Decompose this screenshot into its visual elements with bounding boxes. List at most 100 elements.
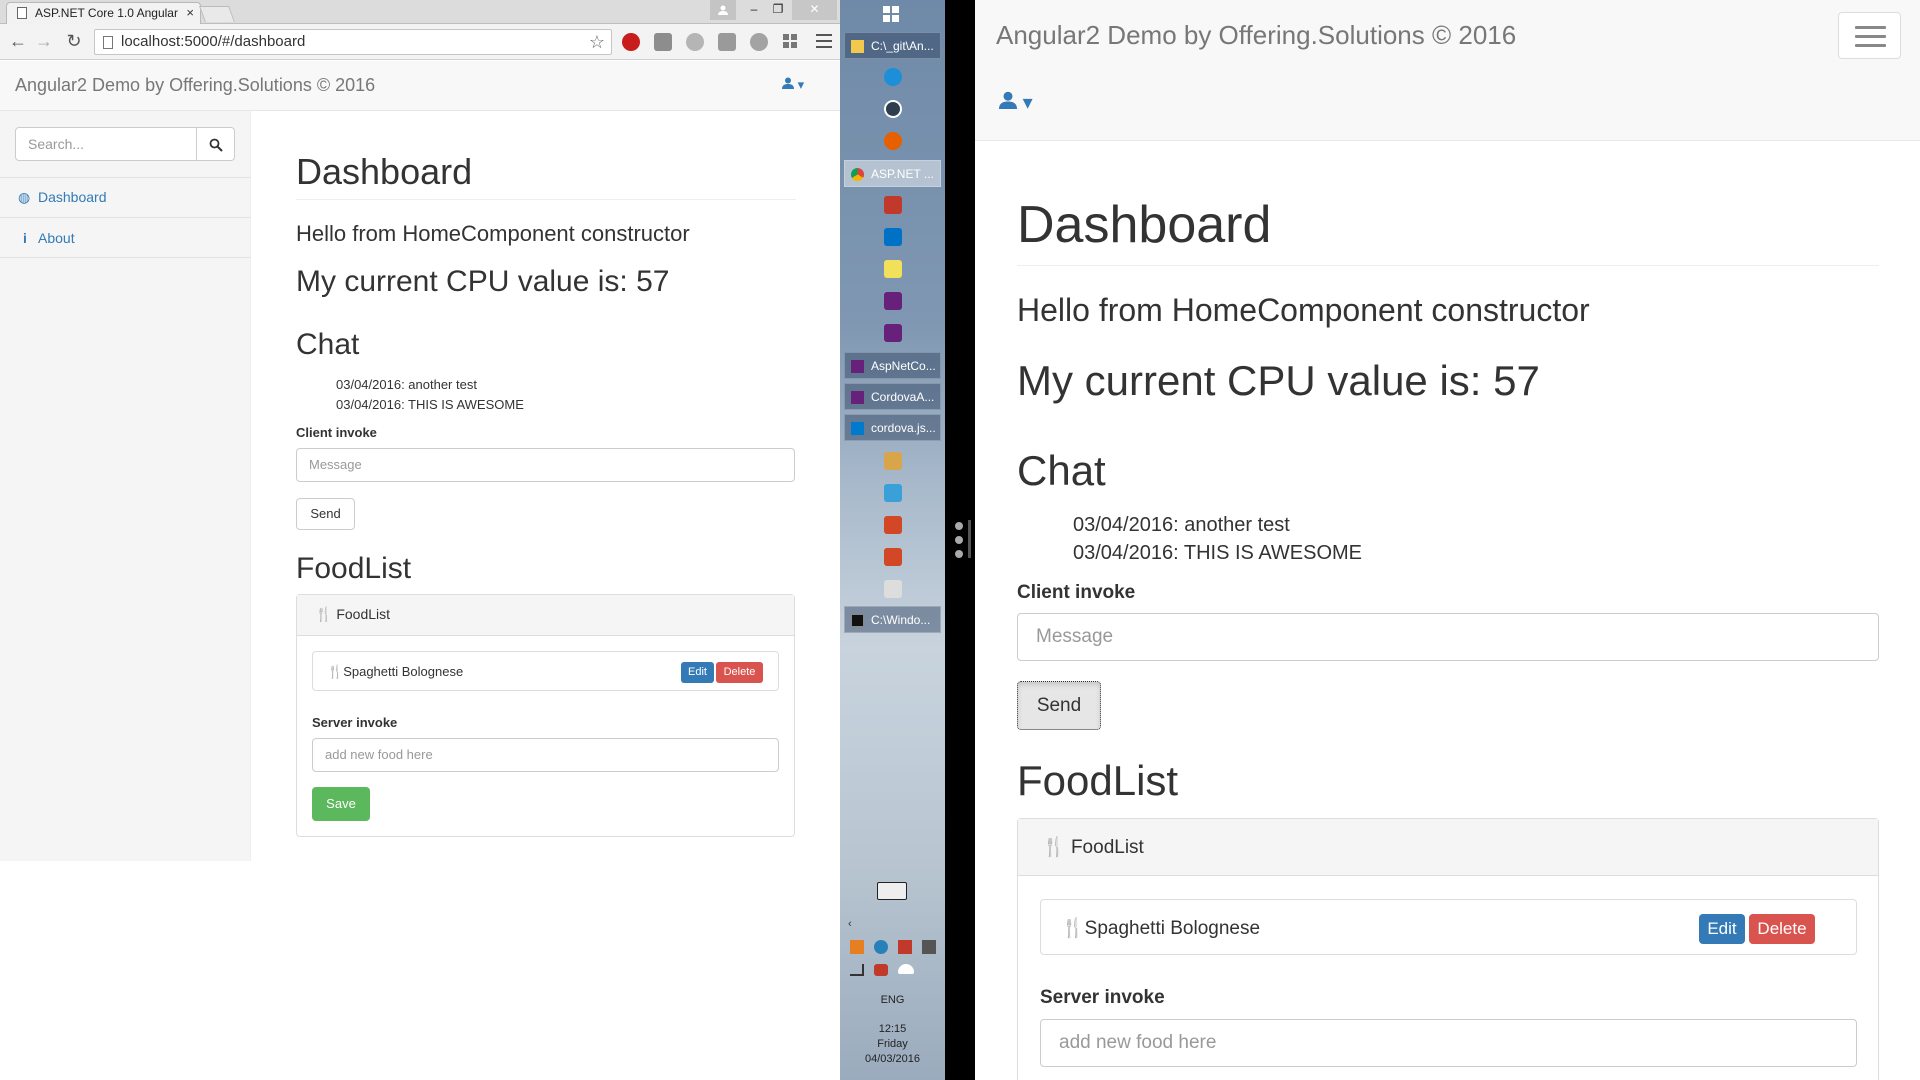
extension-icon[interactable] [654, 33, 672, 51]
menu-icon[interactable] [816, 34, 832, 48]
cpu-value-text: My current CPU value is: 57 [296, 265, 670, 298]
forward-arrow-icon[interactable]: → [32, 30, 56, 54]
volume-icon[interactable] [874, 964, 888, 976]
browser-tab[interactable]: ASP.NET Core 1.0 Angular × [6, 2, 201, 24]
chevron-left-icon[interactable]: ‹ [848, 918, 852, 930]
outlook-icon[interactable] [884, 228, 902, 246]
tray-icon[interactable] [874, 940, 888, 954]
cloud-icon[interactable] [898, 964, 914, 974]
cutlery-icon: 🍴 [1042, 837, 1066, 858]
hamburger-line [1855, 35, 1886, 38]
extension-icon[interactable] [686, 33, 704, 51]
page-title: Dashboard [296, 151, 473, 192]
client-invoke-label: Client invoke [1017, 582, 1136, 603]
divider [0, 257, 251, 258]
chat-message: 03/04/2016: another test [1073, 514, 1290, 536]
divider [0, 177, 251, 178]
app-navbar: Angular2 Demo by Offering.Solutions © 20… [0, 61, 840, 111]
user-dropdown[interactable]: ▾ [999, 90, 1033, 115]
chevron-down-icon: ▾ [1022, 92, 1033, 114]
windows-start-icon[interactable] [883, 6, 901, 24]
new-food-input[interactable]: add new food here [312, 738, 779, 772]
clock[interactable]: 12:15 Friday 04/03/2016 [840, 1022, 945, 1067]
restore-button[interactable]: ❐ [760, 0, 796, 20]
network-icon[interactable] [850, 964, 864, 976]
delete-button[interactable]: Delete [1749, 914, 1815, 944]
firefox-icon[interactable] [884, 132, 902, 150]
ie-icon[interactable] [884, 68, 902, 86]
extension-icon[interactable] [750, 33, 768, 51]
reload-icon[interactable]: ↻ [62, 30, 86, 54]
notes-icon[interactable] [884, 260, 902, 278]
adblock-icon[interactable] [622, 33, 640, 51]
app-navbar: Angular2 Demo by Offering.Solutions © 20… [975, 0, 1920, 141]
tab-strip: ASP.NET Core 1.0 Angular × – ❐ ✕ [0, 0, 840, 24]
zoomed-app-window: Angular2 Demo by Offering.Solutions © 20… [975, 0, 1920, 1080]
navbar-brand[interactable]: Angular2 Demo by Offering.Solutions © 20… [996, 20, 1516, 51]
foodlist-panel: 🍴 FoodList 🍴Spaghetti Bolognese Edit Del… [1017, 818, 1879, 1080]
chevron-down-icon: ▾ [797, 77, 805, 92]
address-bar[interactable]: localhost:5000/#/dashboard ☆ [94, 29, 612, 55]
sidebar-item-dashboard[interactable]: ◍ Dashboard [18, 189, 107, 206]
page-icon [103, 36, 113, 49]
language-indicator[interactable]: ENG [840, 994, 945, 1006]
back-arrow-icon[interactable]: ← [6, 30, 30, 54]
url-text: localhost:5000/#/dashboard [121, 33, 306, 50]
save-button[interactable]: Save [312, 787, 370, 821]
splitter-bar[interactable] [968, 520, 971, 558]
taskbar-item-vs2[interactable]: CordovaA... [844, 383, 941, 410]
visual-studio-icon[interactable] [884, 324, 902, 342]
splitter-handle[interactable] [955, 550, 963, 558]
search-input[interactable]: Search... [15, 127, 197, 161]
divider [0, 217, 251, 218]
sidebar-item-about[interactable]: i About [18, 230, 75, 246]
taskbar-item-vs1[interactable]: AspNetCo... [844, 352, 941, 379]
splitter-handle[interactable] [955, 522, 963, 530]
new-food-input[interactable]: add new food here [1040, 1019, 1857, 1067]
hamburger-line [1855, 26, 1886, 29]
title-divider [1017, 265, 1879, 266]
tray-icon[interactable] [898, 940, 912, 954]
extension-icon[interactable] [718, 33, 736, 51]
close-window-button[interactable]: ✕ [792, 0, 837, 20]
user-icon [782, 77, 794, 89]
send-button[interactable]: Send [296, 498, 355, 530]
delete-button[interactable]: Delete [716, 662, 763, 683]
search-button[interactable] [196, 127, 235, 161]
visual-studio-icon[interactable] [884, 292, 902, 310]
grid-icon[interactable] [782, 33, 800, 51]
tray-icon[interactable] [850, 940, 864, 954]
navbar-brand[interactable]: Angular2 Demo by Offering.Solutions © 20… [15, 75, 375, 96]
new-tab-button[interactable] [199, 6, 235, 22]
food-item-name: 🍴Spaghetti Bolognese [327, 664, 464, 679]
send-button[interactable]: Send [1017, 681, 1101, 730]
edit-button[interactable]: Edit [681, 662, 714, 683]
app-icon[interactable] [884, 452, 902, 470]
cutlery-icon: 🍴 [327, 664, 344, 679]
tab-close-icon[interactable]: × [186, 3, 194, 23]
app-icon[interactable] [884, 196, 902, 214]
taskbar-item-chrome[interactable]: ASP.NET ... [844, 160, 941, 187]
tray-icon[interactable] [922, 940, 936, 954]
taskbar-item-cmd[interactable]: C:\Windo... [844, 606, 941, 633]
page-icon [17, 7, 27, 19]
tab-title: ASP.NET Core 1.0 Angular [35, 6, 178, 20]
user-dropdown[interactable]: ▾ [782, 77, 804, 93]
browser-window: ASP.NET Core 1.0 Angular × – ❐ ✕ ← → ↻ l… [0, 0, 840, 1080]
app-icon[interactable] [884, 484, 902, 502]
message-input[interactable]: Message [296, 448, 795, 482]
calculator-icon[interactable] [884, 580, 902, 598]
hamburger-menu-button[interactable] [1838, 12, 1901, 59]
taskbar-item-explorer[interactable]: C:\_git\An... [844, 32, 941, 59]
powerpoint-icon[interactable] [884, 548, 902, 566]
splitter-handle[interactable] [955, 536, 963, 544]
edit-button[interactable]: Edit [1699, 914, 1745, 944]
bookmark-star-icon[interactable]: ☆ [589, 30, 605, 54]
app-icon[interactable] [884, 516, 902, 534]
taskbar-item-vscode[interactable]: cordova.js... [844, 414, 941, 441]
profile-icon[interactable] [710, 0, 736, 20]
visual-studio-icon [851, 360, 864, 373]
keyboard-icon[interactable] [877, 882, 907, 900]
browser-icon[interactable] [884, 100, 902, 118]
message-input[interactable]: Message [1017, 613, 1879, 661]
